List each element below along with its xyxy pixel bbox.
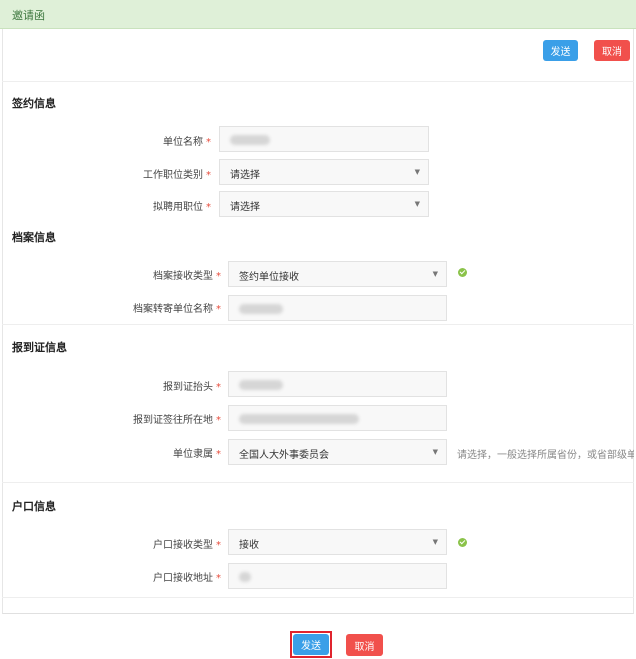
chevron-down-icon: ▼ xyxy=(432,448,438,456)
hukou-address-field[interactable] xyxy=(228,563,447,589)
report-header-field[interactable] xyxy=(228,371,447,397)
unit-affiliation-select[interactable]: 全国人大外事委员会 ▼ xyxy=(228,439,447,465)
chevron-down-icon: ▼ xyxy=(432,270,438,278)
label-hukou-receive-type: 户口接收类型 * xyxy=(153,540,221,551)
label-job-category: 工作职位类别 * xyxy=(143,170,211,181)
check-circle-icon xyxy=(458,268,467,277)
label-planned-position: 拟聘用职位 * xyxy=(153,202,211,213)
label-hukou-address: 户口接收地址 * xyxy=(153,573,221,584)
chevron-down-icon: ▼ xyxy=(414,168,420,176)
hukou-receive-type-select[interactable]: 接收 ▼ xyxy=(228,529,447,555)
section-title-contract: 签约信息 xyxy=(12,97,56,110)
form-panel xyxy=(2,29,634,614)
redacted-value xyxy=(239,380,283,390)
cancel-button-top[interactable]: 取消 xyxy=(594,40,630,61)
section-title-report: 报到证信息 xyxy=(12,341,67,354)
report-destination-field[interactable] xyxy=(228,405,447,431)
chevron-down-icon: ▼ xyxy=(414,200,420,208)
label-report-header: 报到证抬头 * xyxy=(163,382,221,393)
job-category-select[interactable]: 请选择 ▼ xyxy=(219,159,429,185)
planned-position-select[interactable]: 请选择 ▼ xyxy=(219,191,429,217)
check-circle-icon xyxy=(458,538,467,547)
redacted-value xyxy=(230,135,270,145)
label-archive-receive-type: 档案接收类型 * xyxy=(153,271,221,282)
section-divider xyxy=(2,324,634,325)
redacted-value xyxy=(239,572,251,582)
company-name-field[interactable] xyxy=(219,126,429,152)
unit-affiliation-hint: 请选择，一般选择所属省份，或省部级单位 xyxy=(457,450,634,461)
chevron-down-icon: ▼ xyxy=(432,538,438,546)
label-report-destination: 报到证签往所在地 * xyxy=(133,415,221,426)
archive-receive-type-select[interactable]: 签约单位接收 ▼ xyxy=(228,261,447,287)
section-title-hukou: 户口信息 xyxy=(12,500,56,513)
window-title: 邀请函 xyxy=(12,9,45,22)
window-titlebar: 邀请函 xyxy=(0,0,636,29)
send-button-top[interactable]: 发送 xyxy=(543,40,578,61)
toolbar-divider xyxy=(2,81,634,82)
label-archive-forward-unit: 档案转寄单位名称 * xyxy=(133,304,221,315)
cancel-button-bottom[interactable]: 取消 xyxy=(346,634,383,656)
send-button-bottom[interactable]: 发送 xyxy=(293,634,329,655)
label-company-name: 单位名称 * xyxy=(163,137,211,148)
archive-forward-unit-field[interactable] xyxy=(228,295,447,321)
section-title-archive: 档案信息 xyxy=(12,231,56,244)
redacted-value xyxy=(239,414,359,424)
redacted-value xyxy=(239,304,283,314)
section-divider xyxy=(2,482,634,483)
label-unit-affiliation: 单位隶属 * xyxy=(173,449,221,460)
section-divider xyxy=(2,597,634,598)
